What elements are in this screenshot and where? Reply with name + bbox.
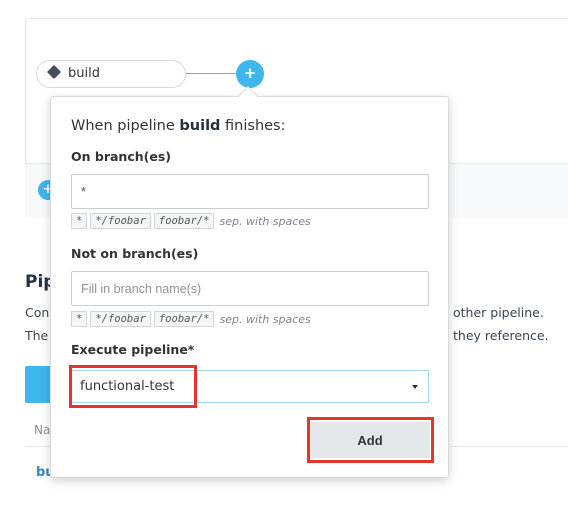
execute-pipeline-label: Execute pipeline* bbox=[71, 342, 195, 357]
execute-pipeline-select[interactable]: functional-test bbox=[71, 370, 429, 403]
hint-text: sep. with spaces bbox=[219, 312, 311, 326]
not-on-branches-label: Not on branch(es) bbox=[71, 246, 199, 261]
not-on-branches-hint: * */foobar foobar/* sep. with spaces bbox=[71, 311, 311, 327]
title-suffix: finishes: bbox=[225, 118, 286, 134]
on-branches-input[interactable] bbox=[71, 174, 429, 209]
pipeline-connector bbox=[186, 73, 236, 74]
chip-star-foobar: */foobar bbox=[90, 213, 151, 229]
chip-star: * bbox=[71, 213, 88, 229]
description-line-2: The bbox=[25, 328, 49, 343]
caret-down-icon bbox=[412, 385, 418, 389]
popover-title: When pipeline build finishes: bbox=[71, 118, 286, 134]
description-line-1-end: other pipeline. bbox=[453, 305, 544, 320]
chip-star: * bbox=[71, 311, 88, 327]
column-header-name: Na bbox=[34, 423, 51, 437]
on-branches-hint: * */foobar foobar/* sep. with spaces bbox=[71, 213, 311, 229]
not-on-branches-input[interactable] bbox=[71, 271, 429, 306]
add-downstream-button[interactable]: + bbox=[236, 60, 264, 88]
add-button[interactable]: Add bbox=[310, 422, 430, 458]
chip-star-foobar: */foobar bbox=[90, 311, 151, 327]
chip-foobar-star: foobar/* bbox=[153, 311, 215, 327]
title-pipeline-name: build bbox=[179, 118, 221, 134]
trigger-popover: When pipeline build finishes: On branch(… bbox=[50, 96, 449, 478]
pipeline-node-build[interactable]: build bbox=[36, 60, 186, 88]
description-line-1: Con bbox=[25, 305, 50, 320]
plus-icon: + bbox=[243, 64, 257, 82]
description-line-2-end: they reference. bbox=[453, 328, 549, 343]
diamond-icon bbox=[46, 64, 62, 80]
selected-pipeline: functional-test bbox=[80, 379, 175, 394]
hint-text: sep. with spaces bbox=[219, 214, 311, 228]
node-label: build bbox=[68, 66, 100, 81]
title-prefix: When pipeline bbox=[71, 118, 175, 134]
chip-foobar-star: foobar/* bbox=[153, 213, 215, 229]
on-branches-label: On branch(es) bbox=[71, 149, 171, 164]
